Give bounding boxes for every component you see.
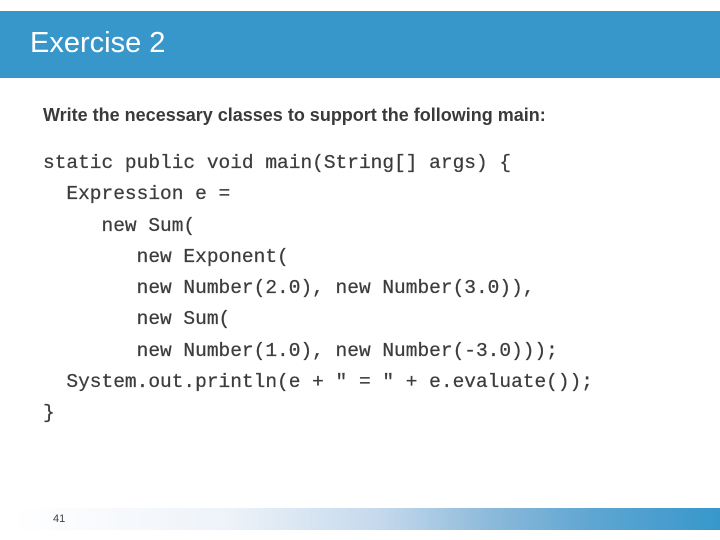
page-number: 41 <box>53 513 66 525</box>
slide-title: Exercise 2 <box>30 27 166 59</box>
exercise-instruction: Write the necessary classes to support t… <box>43 105 546 125</box>
code-line: new Sum( <box>43 308 231 331</box>
code-line: new Sum( <box>43 214 196 237</box>
code-line: } <box>43 402 55 425</box>
code-line: Expression e = <box>43 183 231 206</box>
footer-gradient-bar <box>12 508 720 530</box>
code-line: new Number(1.0), new Number(-3.0))); <box>43 339 558 362</box>
code-line: new Number(2.0), new Number(3.0)), <box>43 277 535 300</box>
code-block: static public void main(String[] args) {… <box>43 148 593 430</box>
code-line: static public void main(String[] args) { <box>43 152 512 174</box>
code-line: new Exponent( <box>43 245 289 268</box>
code-line: System.out.println(e + " = " + e.evaluat… <box>43 371 593 394</box>
